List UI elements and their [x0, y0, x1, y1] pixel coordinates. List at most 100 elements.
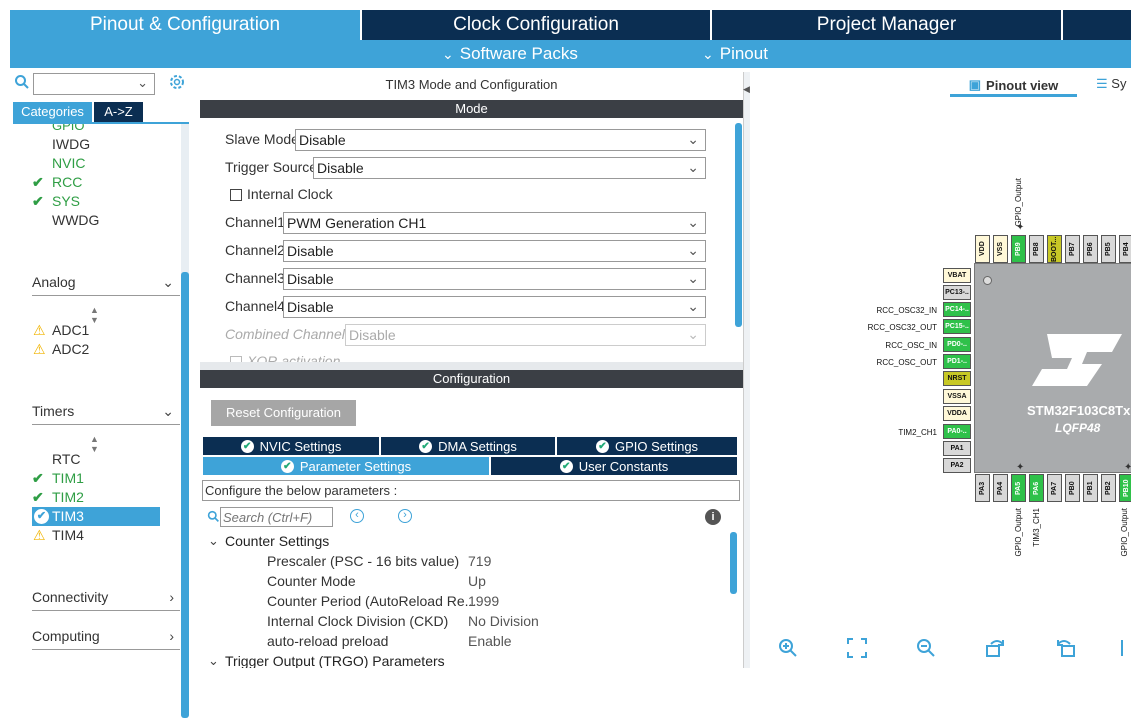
channel2-select[interactable]: Disable ⌄	[283, 240, 706, 262]
section-timers[interactable]: Timers ⌄	[32, 403, 180, 425]
pin-pb1[interactable]: PB1	[1083, 474, 1098, 502]
list-item-gpio[interactable]: GPIO	[52, 124, 85, 133]
tab-nvic-settings[interactable]: ✔ NVIC Settings	[203, 437, 379, 455]
splitter[interactable]	[200, 362, 743, 370]
sort-icon[interactable]: ▲ ▼	[90, 305, 99, 325]
pinout-menu[interactable]: ⌄ Pinout	[702, 40, 768, 68]
list-item-tim3-selected[interactable]: ✔ TIM3	[32, 507, 160, 526]
param-counter-mode-value[interactable]: Up	[468, 573, 486, 589]
next-icon[interactable]: ›	[398, 509, 412, 523]
list-item-sys[interactable]: SYS	[52, 193, 80, 209]
pin-pd1[interactable]: PD1-..	[943, 354, 971, 369]
pin-pb2[interactable]: PB2	[1101, 474, 1116, 502]
pin-pb6[interactable]: PB6	[1083, 235, 1098, 263]
list-item-tim1[interactable]: TIM1	[52, 470, 84, 486]
tab-categories[interactable]: Categories	[13, 102, 92, 122]
pin-pb9[interactable]: PB9	[1011, 235, 1026, 263]
pin-pb10[interactable]: PB10	[1119, 474, 1131, 502]
pin-pb0[interactable]: PB0	[1065, 474, 1080, 502]
pin-pa3[interactable]: PA3	[975, 474, 990, 502]
channel3-select[interactable]: Disable ⌄	[283, 268, 706, 290]
pin-pd0[interactable]: PD0-..	[943, 337, 971, 352]
internal-clock-label: Internal Clock	[247, 186, 333, 202]
flip-icon[interactable]	[1120, 638, 1130, 664]
list-item-iwdg[interactable]: IWDG	[52, 136, 90, 152]
tab-project-manager[interactable]: Project Manager	[712, 10, 1061, 40]
rotate-left-icon[interactable]	[1054, 638, 1076, 664]
chevron-down-icon[interactable]: ⌄	[208, 653, 219, 668]
pin-pa4[interactable]: PA4	[993, 474, 1008, 502]
internal-clock-checkbox[interactable]	[230, 189, 242, 201]
gear-icon[interactable]	[168, 73, 186, 94]
tab-clock-configuration[interactable]: Clock Configuration	[362, 10, 710, 40]
param-autoreload-value[interactable]: Enable	[468, 633, 512, 649]
pinout-view-tab[interactable]: ▣ Pinout view	[950, 76, 1077, 97]
counter-settings-group[interactable]: Counter Settings	[225, 533, 329, 549]
list-item-tim2[interactable]: TIM2	[52, 489, 84, 505]
system-view-tab[interactable]: ☰ Sy	[1096, 76, 1126, 92]
list-item-nvic[interactable]: NVIC	[52, 155, 85, 171]
pin-vss[interactable]: VSS	[993, 235, 1008, 263]
list-item-rcc[interactable]: RCC	[52, 174, 82, 190]
pin-pa7[interactable]: PA7	[1047, 474, 1062, 502]
zoom-in-icon[interactable]	[778, 638, 798, 664]
param-counter-period-value[interactable]: 1999	[468, 593, 499, 609]
zoom-out-icon[interactable]	[916, 638, 936, 664]
pin-pc15[interactable]: PC15-..	[943, 319, 971, 334]
section-computing[interactable]: Computing ›	[32, 628, 180, 650]
param-prescaler-value[interactable]: 719	[468, 553, 491, 569]
tab-dma-settings[interactable]: ✔ DMA Settings	[381, 437, 555, 455]
previous-icon[interactable]: ‹	[350, 509, 364, 523]
param-ckd-value[interactable]: No Division	[468, 613, 539, 629]
trigger-output-group[interactable]: Trigger Output (TRGO) Parameters	[225, 653, 445, 668]
slave-mode-select[interactable]: Disable ⌄	[295, 129, 706, 151]
pin-pc14[interactable]: PC14-..	[943, 302, 971, 317]
list-item-tim4[interactable]: TIM4	[52, 527, 84, 543]
list-item-adc1[interactable]: ADC1	[52, 322, 89, 338]
param-search-input[interactable]	[220, 507, 333, 527]
sort-icon[interactable]: ▲ ▼	[90, 434, 99, 454]
pin-pc13[interactable]: PC13-..	[943, 285, 971, 300]
pin-vssa[interactable]: VSSA	[943, 389, 971, 404]
tab-user-constants[interactable]: ✔ User Constants	[491, 457, 737, 475]
tab-pinout-configuration[interactable]: Pinout & Configuration	[10, 10, 360, 40]
pin-pb7[interactable]: PB7	[1065, 235, 1080, 263]
list-item-adc2[interactable]: ADC2	[52, 341, 89, 357]
tab-a-z[interactable]: A->Z	[94, 102, 143, 122]
pin-pb4[interactable]: PB4	[1119, 235, 1131, 263]
mode-scrollbar-thumb[interactable]	[735, 123, 742, 327]
pin-pb8[interactable]: PB8	[1029, 235, 1044, 263]
tab-gpio-settings[interactable]: ✔ GPIO Settings	[557, 437, 737, 455]
channel4-select[interactable]: Disable ⌄	[283, 296, 706, 318]
pin-nrst[interactable]: NRST	[943, 371, 971, 386]
section-connectivity[interactable]: Connectivity ›	[32, 589, 180, 611]
trigger-source-select[interactable]: Disable ⌄	[313, 157, 706, 179]
pin-vdda[interactable]: VDDA	[943, 406, 971, 421]
collapse-left-icon[interactable]: ◀	[743, 84, 750, 95]
pin-pa6[interactable]: PA6	[1029, 474, 1044, 502]
tab-tools[interactable]	[1063, 10, 1131, 40]
pin-pb5[interactable]: PB5	[1101, 235, 1116, 263]
list-item-rtc[interactable]: RTC	[52, 451, 81, 467]
chevron-down-icon[interactable]: ⌄	[208, 533, 219, 549]
panel-divider[interactable]	[743, 72, 750, 668]
pin-boot0[interactable]: BOOT...	[1047, 235, 1062, 263]
left-scrollbar-thumb[interactable]	[181, 272, 189, 718]
channel1-select[interactable]: PWM Generation CH1 ⌄	[283, 212, 706, 234]
fit-icon[interactable]	[847, 638, 867, 664]
info-icon[interactable]: i	[705, 509, 721, 525]
section-analog[interactable]: Analog ⌄	[32, 274, 180, 296]
pin-vdd[interactable]: VDD	[975, 235, 990, 263]
search-input[interactable]: ⌄	[33, 73, 155, 95]
pin-pa2[interactable]: PA2	[943, 458, 971, 473]
pin-pa0[interactable]: PA0-..	[943, 424, 971, 439]
tab-parameter-settings[interactable]: ✔ Parameter Settings	[203, 457, 489, 475]
reset-configuration-button[interactable]: Reset Configuration	[211, 400, 356, 426]
param-scrollbar-thumb[interactable]	[730, 532, 737, 594]
pin-vbat[interactable]: VBAT	[943, 268, 971, 283]
pin-pa5[interactable]: PA5	[1011, 474, 1026, 502]
software-packs-menu[interactable]: ⌄ Software Packs	[442, 40, 578, 68]
list-item-wwdg[interactable]: WWDG	[52, 212, 99, 228]
rotate-right-icon[interactable]	[985, 638, 1007, 664]
pin-pa1[interactable]: PA1	[943, 441, 971, 456]
